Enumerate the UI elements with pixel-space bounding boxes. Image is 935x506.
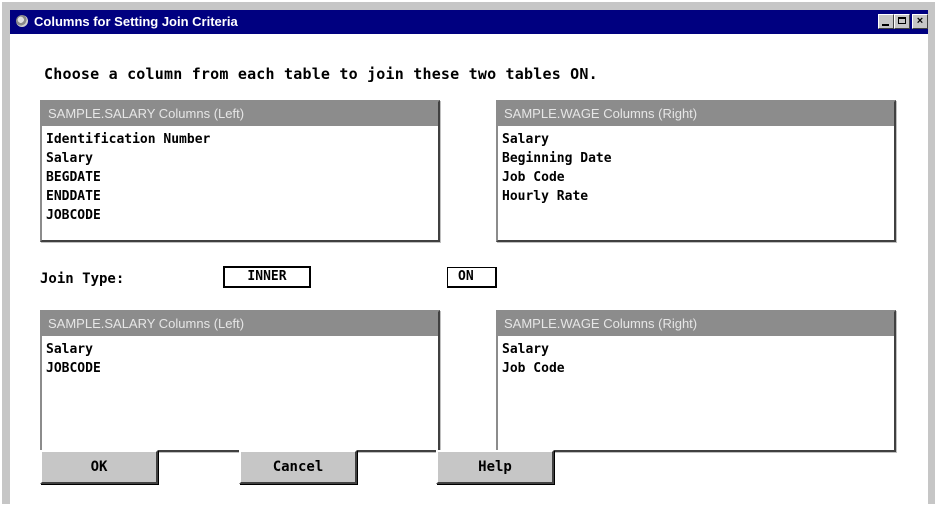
- help-button[interactable]: Help: [436, 450, 554, 484]
- listbox-items: Salary Beginning Date Job Code Hourly Ra…: [498, 126, 894, 206]
- join-type-label: Join Type:: [40, 271, 125, 287]
- window-title: Columns for Setting Join Criteria: [34, 14, 238, 29]
- list-item[interactable]: Salary: [502, 340, 894, 359]
- join-type-field[interactable]: INNER: [223, 266, 311, 288]
- selected-wage-columns-listbox[interactable]: SAMPLE.WAGE Columns (Right) Salary Job C…: [496, 310, 896, 452]
- maximize-icon: [898, 17, 906, 24]
- wage-columns-listbox[interactable]: SAMPLE.WAGE Columns (Right) Salary Begin…: [496, 100, 896, 242]
- minimize-icon: [882, 24, 889, 26]
- cancel-button[interactable]: Cancel: [239, 450, 357, 484]
- minimize-button[interactable]: [878, 14, 894, 29]
- title-bar[interactable]: Columns for Setting Join Criteria ×: [10, 10, 928, 34]
- close-button[interactable]: ×: [912, 14, 928, 29]
- listbox-header: SAMPLE.WAGE Columns (Right): [498, 312, 894, 336]
- list-item[interactable]: Identification Number: [46, 130, 438, 149]
- listbox-header: SAMPLE.WAGE Columns (Right): [498, 102, 894, 126]
- list-item[interactable]: Job Code: [502, 168, 894, 187]
- listbox-items: Salary JOBCODE: [42, 336, 438, 378]
- on-operator-field[interactable]: ON: [447, 267, 497, 288]
- maximize-button[interactable]: [894, 14, 910, 29]
- list-item[interactable]: Beginning Date: [502, 149, 894, 168]
- listbox-items: Identification Number Salary BEGDATE END…: [42, 126, 438, 225]
- list-item[interactable]: JOBCODE: [46, 359, 438, 378]
- list-item[interactable]: Hourly Rate: [502, 187, 894, 206]
- listbox-header: SAMPLE.SALARY Columns (Left): [42, 102, 438, 126]
- list-item[interactable]: Job Code: [502, 359, 894, 378]
- dialog-window: Columns for Setting Join Criteria × Choo…: [0, 0, 935, 506]
- ok-button[interactable]: OK: [40, 450, 158, 484]
- list-item[interactable]: ENDDATE: [46, 187, 438, 206]
- list-item[interactable]: Salary: [46, 340, 438, 359]
- close-icon: ×: [916, 15, 924, 27]
- list-item[interactable]: JOBCODE: [46, 206, 438, 225]
- list-item[interactable]: Salary: [502, 130, 894, 149]
- listbox-header: SAMPLE.SALARY Columns (Left): [42, 312, 438, 336]
- list-item[interactable]: Salary: [46, 149, 438, 168]
- list-item[interactable]: BEGDATE: [46, 168, 438, 187]
- selected-salary-columns-listbox[interactable]: SAMPLE.SALARY Columns (Left) Salary JOBC…: [40, 310, 440, 452]
- listbox-items: Salary Job Code: [498, 336, 894, 378]
- sas-globe-icon[interactable]: [16, 15, 28, 27]
- instruction-text: Choose a column from each table to join …: [44, 65, 598, 83]
- salary-columns-listbox[interactable]: SAMPLE.SALARY Columns (Left) Identificat…: [40, 100, 440, 242]
